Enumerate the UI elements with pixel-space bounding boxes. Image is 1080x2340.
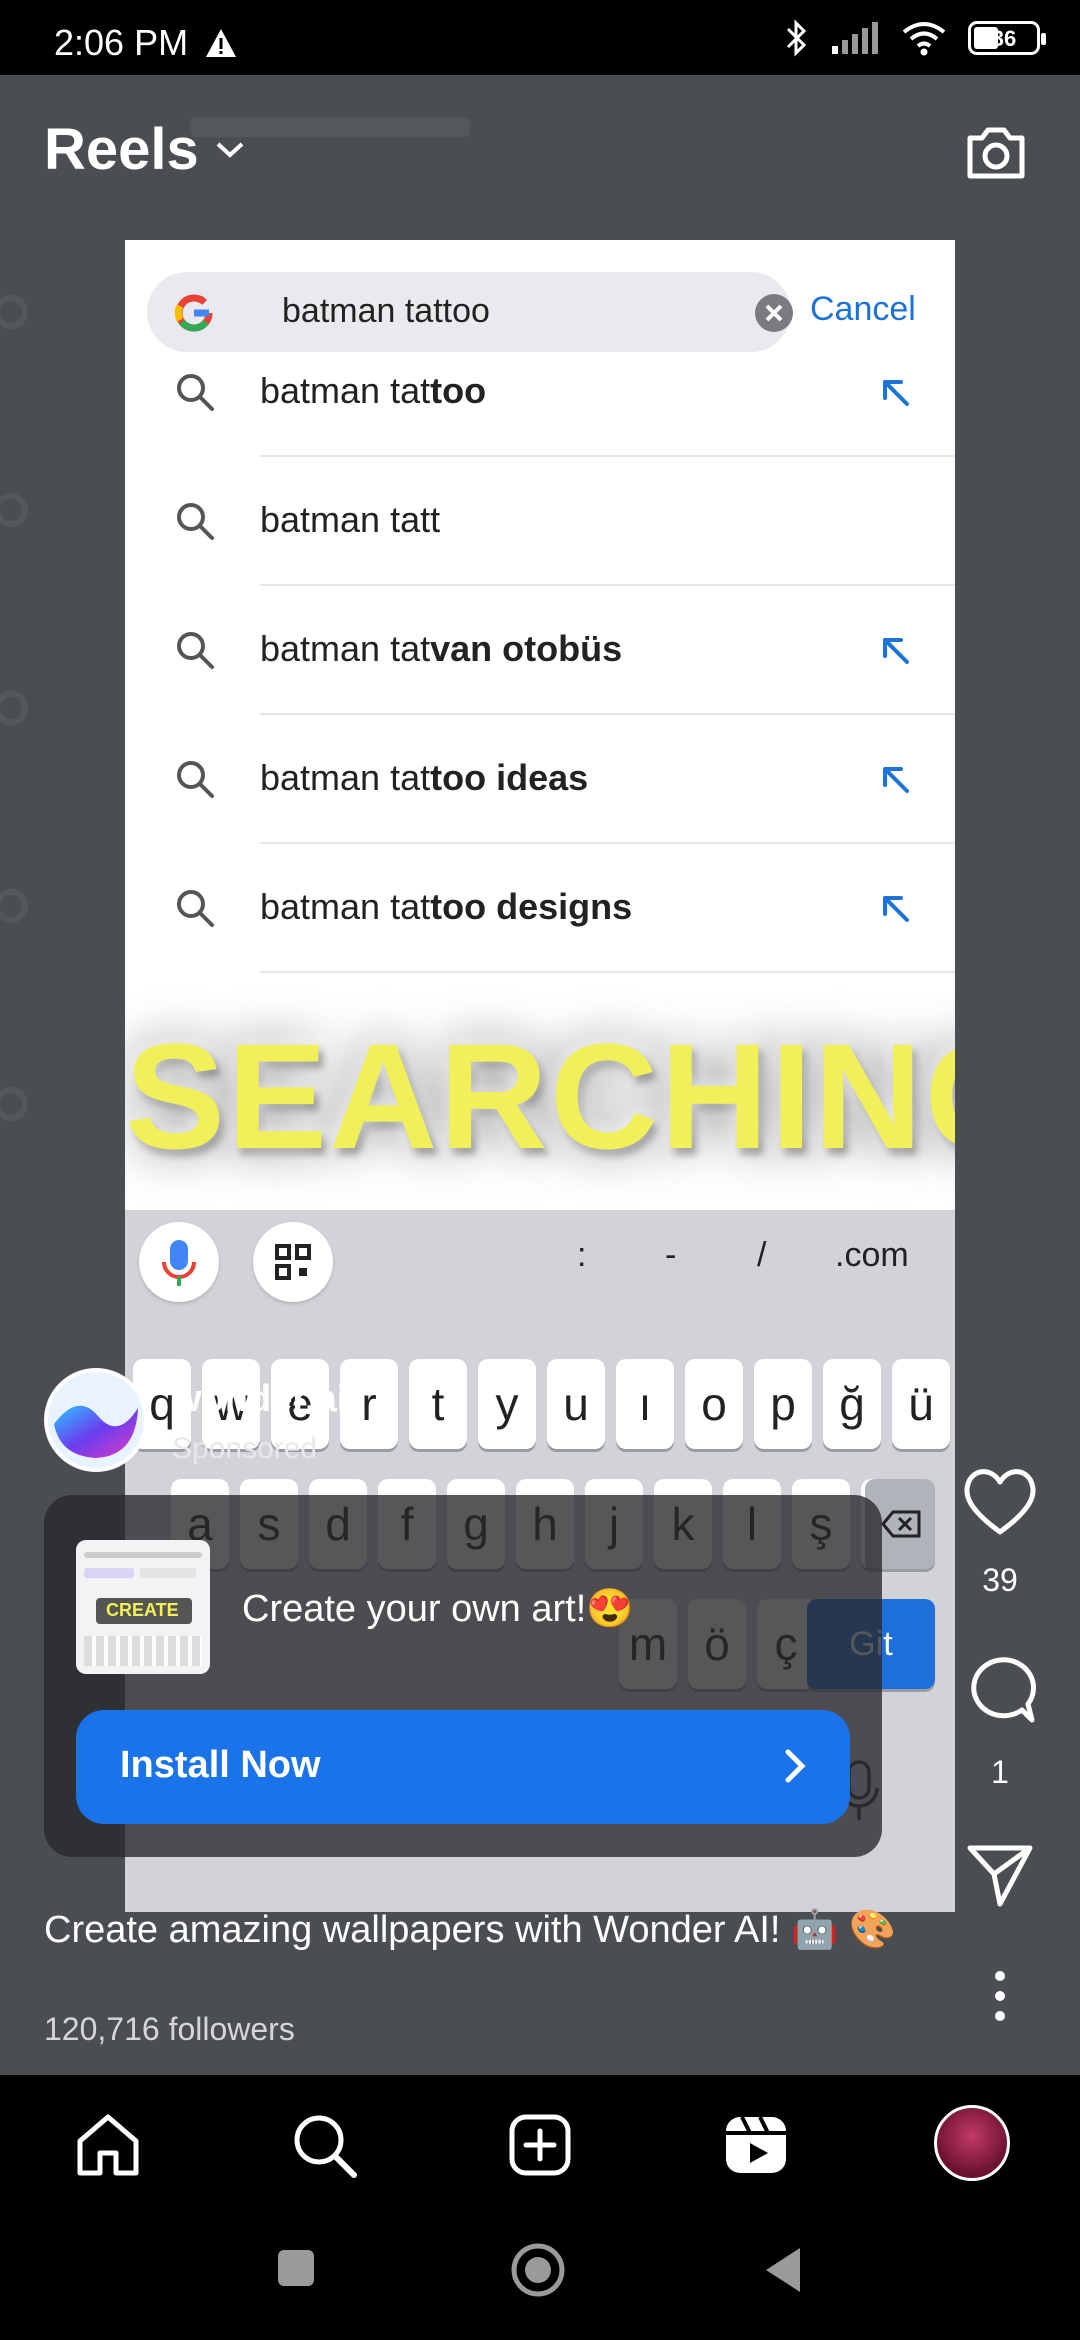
account-name[interactable]: wonder.ai	[172, 1378, 347, 1421]
sponsored-label: Sponsored	[172, 1432, 318, 1465]
install-now-button[interactable]: Install Now	[76, 1710, 850, 1824]
nav-create[interactable]	[504, 2109, 576, 2181]
status-time: 2:06 PM	[54, 22, 238, 68]
battery-indicator: 36	[968, 21, 1046, 55]
cancel-text: Cancel	[810, 290, 916, 328]
search-icon	[177, 503, 214, 540]
time-text: 2:06 PM	[54, 22, 189, 63]
arrow-up-left-icon	[883, 767, 909, 793]
kbd-symbol: :	[577, 1236, 587, 1274]
like-count: 39	[982, 1562, 1018, 1598]
keyboard-key: p	[754, 1359, 812, 1449]
searching-overlay-text: SEARCHING	[125, 1012, 955, 1180]
qr-scan-icon	[253, 1222, 333, 1302]
suggestion-item: batman tattoo ideas	[125, 715, 955, 844]
nav-profile-avatar[interactable]	[934, 2105, 1010, 2181]
search-icon	[177, 632, 214, 669]
battery-level: 36	[991, 26, 1017, 51]
nav-home[interactable]	[72, 2109, 144, 2181]
status-bar: 2:06 PM 36	[0, 0, 1080, 75]
mic-icon	[139, 1222, 219, 1302]
kbd-symbol: /	[757, 1236, 767, 1274]
suggestion-text: batman tatvan otobüs	[260, 628, 623, 669]
camera-icon	[967, 127, 1025, 179]
camera-button[interactable]	[962, 118, 1030, 186]
bottom-nav	[0, 2077, 1080, 2210]
status-icons: 36	[784, 18, 1046, 58]
back-triangle-icon[interactable]	[760, 2244, 808, 2296]
search-icon	[177, 374, 214, 411]
followers-count: 120,716 followers	[44, 2011, 295, 2047]
keyboard-key: ı	[616, 1359, 674, 1449]
like-button[interactable]	[960, 1462, 1040, 1543]
chevron-right-icon	[785, 1749, 806, 1783]
keyboard-key: r	[340, 1359, 398, 1449]
add-post-icon	[509, 2114, 571, 2176]
suggestion-text: batman tattoo	[260, 370, 487, 411]
nav-reels[interactable]	[720, 2109, 792, 2181]
more-options-button[interactable]	[960, 1968, 1040, 2029]
suggestion-text: batman tattoo designs	[260, 886, 633, 927]
suggestion-item: batman tatvan otobüs	[125, 586, 955, 715]
reel-caption[interactable]: Create amazing wallpapers with Wonder AI…	[44, 1908, 896, 1952]
suggestion-item: batman tatt	[125, 457, 955, 586]
keyboard-key: y	[478, 1359, 536, 1449]
suggestion-item: batman tattoo designs	[125, 844, 955, 973]
kbd-symbol: .com	[835, 1236, 909, 1274]
ad-thumbnail[interactable]: CREATE	[76, 1540, 210, 1674]
send-icon	[967, 1845, 1033, 1907]
comment-count: 1	[991, 1754, 1009, 1790]
home-circle-icon[interactable]	[510, 2242, 566, 2298]
nav-search[interactable]	[288, 2109, 360, 2181]
search-icon	[177, 890, 214, 927]
account-avatar[interactable]	[44, 1368, 148, 1472]
keyboard-key: ğ	[823, 1359, 881, 1449]
page-title: Reels	[44, 117, 199, 182]
arrow-up-left-icon	[883, 380, 909, 406]
heart-icon	[964, 1469, 1036, 1535]
reels-dropdown[interactable]: Reels	[44, 116, 245, 183]
search-icon	[294, 2115, 357, 2178]
suggestion-item: batman tattoo	[125, 328, 955, 457]
arrow-up-left-icon	[883, 896, 909, 922]
kbd-symbol: -	[665, 1236, 677, 1274]
recents-icon[interactable]	[274, 2246, 318, 2290]
bluetooth-icon	[786, 19, 807, 57]
system-nav-bar	[0, 2210, 1080, 2340]
share-button[interactable]	[960, 1838, 1040, 1919]
comment-icon	[971, 1657, 1037, 1723]
more-vertical-icon	[995, 1971, 1005, 2021]
install-label: Install Now	[120, 1744, 321, 1786]
keyboard-key: o	[685, 1359, 743, 1449]
comment-button[interactable]	[960, 1652, 1040, 1733]
wifi-icon	[902, 22, 946, 56]
suggestion-text: batman tatt	[260, 499, 441, 540]
ad-text: Create your own art!😍	[242, 1588, 634, 1630]
keyboard-key: u	[547, 1359, 605, 1449]
keyboard-key: ü	[892, 1359, 950, 1449]
arrow-up-left-icon	[883, 638, 909, 664]
home-icon	[77, 2114, 139, 2176]
ad-thumb-text: CREATE	[106, 1600, 179, 1620]
clear-icon	[755, 294, 793, 332]
search-query-text: batman tattoo	[282, 292, 490, 330]
chevron-down-icon	[216, 142, 244, 158]
keyboard-key: t	[409, 1359, 467, 1449]
alert-icon	[204, 26, 238, 68]
reels-icon	[726, 2116, 786, 2173]
search-icon	[177, 761, 214, 798]
suggestion-text: batman tattoo ideas	[260, 757, 589, 798]
signal-icon	[832, 22, 878, 54]
